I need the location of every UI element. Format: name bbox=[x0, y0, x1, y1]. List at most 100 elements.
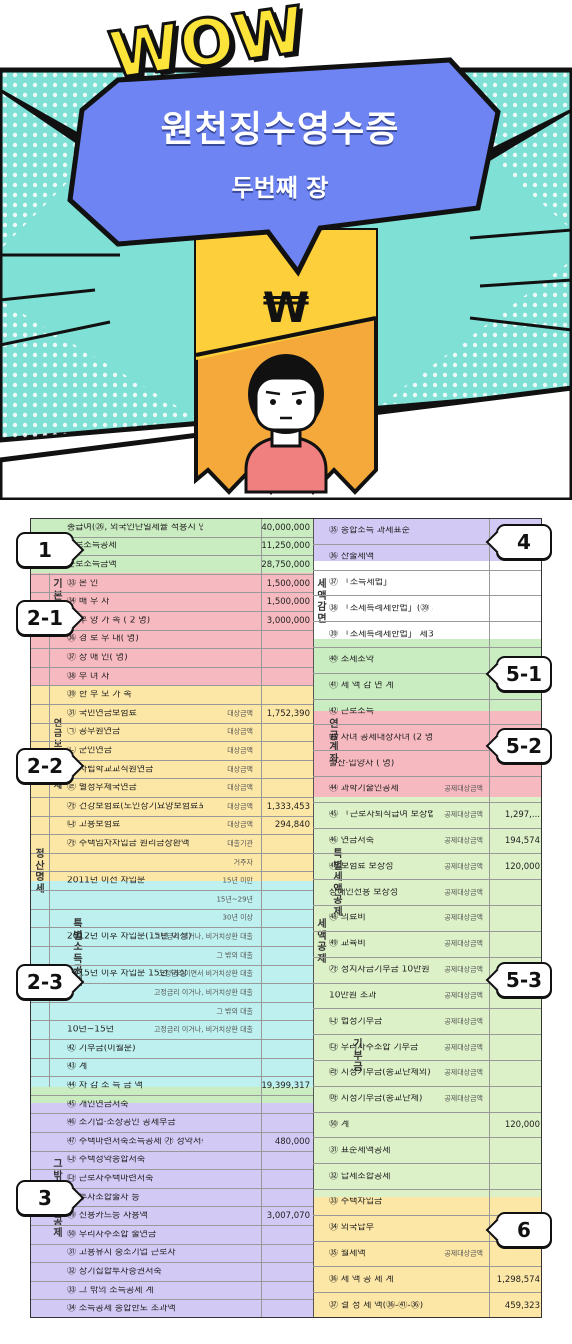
form-row: 10년~15년 고정금리 이거나, 비거치상환 대출 bbox=[31, 1021, 313, 1040]
row-label: ㉯ 주택청약종합저축 bbox=[67, 1155, 146, 1165]
row-label: ㊻ 소기업·소상공인 공제부금 bbox=[67, 1118, 176, 1128]
banner-art: ₩ WOW WOW bbox=[0, 0, 572, 500]
form-row: ㊽ 의료비 공제대상금액 bbox=[313, 906, 541, 932]
row-label: ㊺ 「근로자퇴직급여 보장법」에 따른 퇴직연금 bbox=[329, 810, 433, 820]
row-value: 1,297,... bbox=[504, 810, 540, 820]
form-row: ㊴ 「조세특례제한법」 제30조 bbox=[313, 622, 541, 649]
row-label: ㉲ 지정기부금(종교단체) bbox=[329, 1094, 423, 1104]
row-sublabel: 공제대상금액 bbox=[444, 965, 483, 974]
form-row: ㊳ 「조세특례제한법」(㊴ 제외) bbox=[313, 596, 541, 623]
form-row: ㉯ 고용보험료 대상금액 294,840 bbox=[31, 817, 313, 836]
row-value: 3,000,000 bbox=[266, 615, 310, 626]
row-value: 40,000,000 bbox=[261, 522, 310, 533]
form-row: ㉱ 지정기부금(종교단체외) 공제대상금액 bbox=[313, 1061, 541, 1087]
form-row: ㉰ 우리사주조합 기부금 공제대상금액 bbox=[313, 1035, 541, 1061]
row-label: ㊽ 의료비 bbox=[329, 913, 366, 923]
row-label: ㉮ 건강보험료(노인장기요양보험료포함) bbox=[67, 802, 203, 812]
form-row: ㊼ 주택마련저축소득공제 ㉮ 청약저축 480,000 bbox=[31, 1133, 313, 1152]
row-label: ㊲ 「소득세법」 bbox=[329, 578, 392, 588]
form-row: ㊳ 부 녀 자 bbox=[31, 668, 313, 687]
row-label: ㊸ 자녀 공제대상자녀 (2 명) bbox=[329, 733, 433, 743]
row-value: 3,007,070 bbox=[266, 1210, 310, 1221]
row-sublabel: 그 밖의 대출 bbox=[216, 1007, 253, 1016]
row-sublabel: 고정금리 이거나, 비거치상환 대출 bbox=[153, 932, 253, 941]
row-label: ㉰ 근로자주택마련저축 bbox=[67, 1174, 154, 1184]
row-value: 459,323 bbox=[504, 1300, 540, 1311]
row-label: ㊴ 한 부 모 가 족 bbox=[67, 690, 132, 700]
form-row: ㉛ 국민연금보험료 대상금액 1,752,390 bbox=[31, 705, 313, 724]
row-sublabel: 대상금액 bbox=[227, 765, 253, 774]
form-row: ㊲ 「소득세법」 bbox=[313, 571, 541, 597]
row-label: ㉟ 종합소득 과세표준 bbox=[329, 526, 410, 536]
row-sublabel: 대출기관 bbox=[227, 839, 253, 848]
row-sublabel: 대상금액 bbox=[227, 727, 253, 736]
row-sublabel: 공제대상금액 bbox=[444, 810, 483, 819]
form-row: ㊱ 세 액 공 제 계 1,298,574 bbox=[313, 1267, 541, 1294]
form-row: ㉲ 지정기부금(종교단체) 공제대상금액 bbox=[313, 1087, 541, 1113]
row-value: 11,250,000 bbox=[261, 541, 310, 552]
form-row: 거주자 bbox=[31, 854, 313, 873]
row-value: 1,500,000 bbox=[266, 578, 310, 589]
form-row: ㉮ 건강보험료(노인장기요양보험료포함) 대상금액 1,333,453 bbox=[31, 798, 313, 817]
row-value: 1,298,574 bbox=[496, 1274, 540, 1285]
form-row: ㊷ 근로소득 bbox=[313, 700, 541, 726]
row-label: ㉞ 외국납부 bbox=[329, 1223, 374, 1233]
row-sublabel: 15년~29년 bbox=[216, 895, 253, 904]
row-sublabel: 대상금액 bbox=[227, 783, 253, 792]
row-label: ㉝ 그 밖의 소득공제 계 bbox=[67, 1286, 154, 1296]
callout-2-3: 2-3 bbox=[16, 964, 74, 1000]
form-row: ㉞ 소득공제 종합한도 초과액 bbox=[31, 1300, 313, 1317]
callout-5-3: 5-3 bbox=[496, 962, 552, 998]
row-sublabel: 대상금액 bbox=[227, 746, 253, 755]
row-sublabel: 공제대상금액 bbox=[444, 913, 483, 922]
form-row: ㉮ 주택임차차입금 원리금상환액 대출기관 bbox=[31, 835, 313, 854]
row-sublabel: 그 밖의 대출 bbox=[216, 951, 253, 960]
row-label: ㊱ 경 로 우 대( 명) bbox=[67, 634, 139, 644]
form-row: ㊿ 계 120,000 bbox=[313, 1113, 541, 1139]
row-label: 근로소득금액 bbox=[67, 560, 117, 570]
row-sublabel: 공제대상금액 bbox=[444, 862, 483, 871]
row-label: ㊻ 연금저축 bbox=[329, 836, 374, 846]
row-sublabel: 공제대상금액 bbox=[444, 1043, 483, 1052]
receipt-form: 정산명세 기본공제 연금보험료공제 특별소득공제 그밖의소득공제 세액감면 연금… bbox=[30, 518, 542, 1318]
form-row: ㉠ 공무원연금 대상금액 bbox=[31, 724, 313, 743]
row-sublabel: 공제대상금액 bbox=[444, 836, 483, 845]
withholding-receipt-document: 정산명세 기본공제 연금보험료공제 특별소득공제 그밖의소득공제 세액감면 연금… bbox=[0, 500, 572, 1344]
row-label: ㊷ 근로소득 bbox=[329, 707, 374, 717]
row-label: ㊺ 개인연금저축 bbox=[67, 1100, 129, 1110]
row-label: ㊾ 신용카드등 사용액 bbox=[67, 1211, 148, 1221]
row-label: 10만원 초과 bbox=[329, 991, 377, 1001]
row-label: ㊹ 과학기술인공제 bbox=[329, 784, 399, 794]
row-label: ㊳ 「조세특례제한법」(㊴ 제외) bbox=[329, 604, 433, 614]
row-value: 1,500,000 bbox=[266, 596, 310, 607]
form-row: 30년 이상 bbox=[31, 910, 313, 929]
callout-2-2: 2-2 bbox=[16, 748, 74, 784]
row-label: ㊲ 결 정 세 액(㊱-㊶-㊱) bbox=[329, 1301, 424, 1311]
form-row: ㊻ 연금저축 공제대상금액 194,574 bbox=[313, 829, 541, 855]
row-label: ㊼ 보험료 보장성 bbox=[329, 862, 394, 872]
row-label: ㊲ 장 애 인( 명) bbox=[67, 653, 128, 663]
row-label: ㊱ 산출세액 bbox=[329, 552, 374, 562]
form-row: ㉣ 별정우체국연금 대상금액 bbox=[31, 779, 313, 799]
form-row: ㉝ 본 인 1,500,000 bbox=[31, 575, 313, 594]
form-row: ㊺ 개인연금저축 bbox=[31, 1096, 313, 1115]
comic-banner: ₩ WOW WOW 원천징수영수증 두번째 장 bbox=[0, 0, 572, 500]
callout-5-1: 5-1 bbox=[496, 656, 552, 692]
callout-1: 1 bbox=[16, 532, 74, 568]
form-row: ㊹ 차 감 소 득 금 액 19,399,317 bbox=[31, 1077, 313, 1096]
row-sublabel: 고정금리 이거나, 비거치상환 대출 bbox=[153, 988, 253, 997]
row-label: ㊱ 세 액 공 제 계 bbox=[329, 1275, 394, 1285]
form-row: ㊹ 과학기술인공제 공제대상금액 bbox=[313, 777, 541, 803]
form-row: ㉜ 납세조합공제 bbox=[313, 1164, 541, 1190]
row-label: 2011년 이전 차입분 bbox=[67, 876, 146, 886]
row-sublabel: 고정금리 이거나, 비거치상환 대출 bbox=[153, 1025, 253, 1034]
callout-5-2: 5-2 bbox=[496, 728, 552, 764]
row-label: ㊼ 주택마련저축소득공제 ㉮ 청약저축 bbox=[67, 1137, 203, 1147]
callout-6: 6 bbox=[496, 1212, 552, 1248]
row-sublabel: 30년 이상 bbox=[222, 913, 253, 922]
row-sublabel: 고정금리이면서 비거치상환 대출 bbox=[158, 969, 253, 978]
row-label: ㊾ 교육비 bbox=[329, 939, 366, 949]
row-sublabel: 거주자 bbox=[233, 858, 253, 867]
row-label: ㊿ 우리사주조합 출연금 bbox=[67, 1230, 157, 1240]
form-row: ㊻ 소기업·소상공인 공제부금 bbox=[31, 1114, 313, 1133]
